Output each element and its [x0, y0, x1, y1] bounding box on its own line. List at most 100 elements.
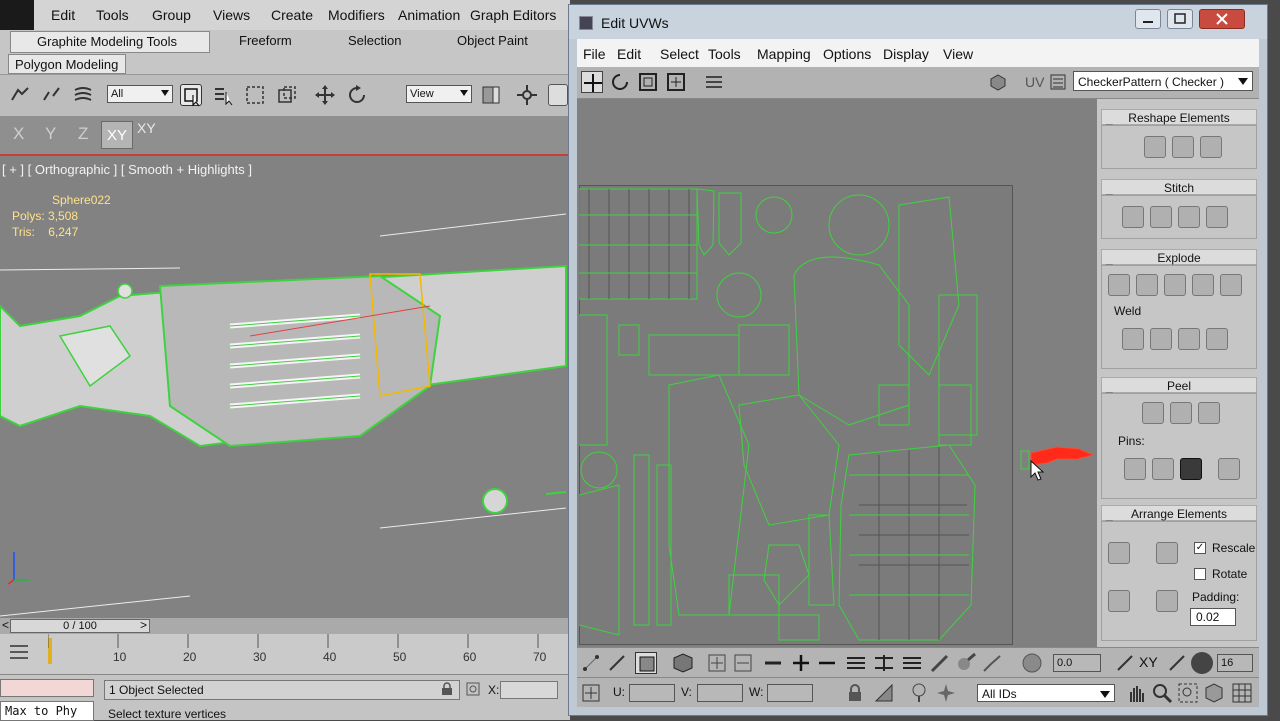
coord-x-field[interactable]: [500, 681, 558, 699]
flatten-by-smoothing-icon[interactable]: [1192, 274, 1214, 296]
select-object-icon[interactable]: [180, 84, 202, 107]
zoom-region-icon[interactable]: [1177, 682, 1199, 704]
time-next-icon[interactable]: >: [140, 618, 147, 632]
menu-views[interactable]: Views: [213, 7, 250, 23]
v-spinner[interactable]: [697, 684, 743, 702]
trackbar[interactable]: 10 20 30 40 50 60 70: [0, 634, 570, 674]
maxscript-listener-input[interactable]: Max to Phy: [0, 701, 94, 721]
rollout-explode-header[interactable]: _ Explode: [1101, 249, 1257, 266]
weld-selected-icon[interactable]: [1122, 328, 1144, 350]
tab-selection[interactable]: Selection: [348, 33, 401, 48]
uv-freeform-icon[interactable]: [665, 71, 687, 93]
menu-tools[interactable]: Tools: [96, 7, 129, 23]
freeze-icon[interactable]: [909, 682, 929, 704]
menu-modifiers[interactable]: Modifiers: [328, 7, 385, 23]
uvw-menu-file[interactable]: File: [583, 46, 606, 62]
uvw-menu-tools[interactable]: Tools: [708, 46, 741, 62]
minimize-button[interactable]: [1135, 9, 1161, 29]
pack-together-icon[interactable]: [1108, 590, 1130, 612]
edit-pins-icon[interactable]: [1124, 458, 1146, 480]
stitch-settings-icon[interactable]: [1206, 206, 1228, 228]
menu-edit[interactable]: Edit: [51, 7, 75, 23]
uv-rotate-icon[interactable]: [609, 71, 631, 93]
unpin-selected-icon[interactable]: [1180, 458, 1202, 480]
edge-mode-icon[interactable]: [607, 653, 627, 673]
rollout-arrange-header[interactable]: _ Arrange Elements: [1101, 505, 1257, 522]
menu-create[interactable]: Create: [271, 7, 313, 23]
pin-selected-icon[interactable]: [1152, 458, 1174, 480]
uv-move-icon[interactable]: [581, 71, 603, 93]
viewport-orthographic[interactable]: [ + ] [ Orthographic ] [ Smooth + Highli…: [0, 154, 570, 618]
shrink-minus-icon[interactable]: [817, 653, 837, 673]
show-grid-icon[interactable]: [1231, 682, 1253, 704]
time-slider-thumb[interactable]: 0 / 100: [10, 619, 150, 633]
filter-selected-faces-icon[interactable]: [935, 682, 957, 704]
ring-minus-icon[interactable]: [901, 653, 923, 673]
texture-dropdown[interactable]: CheckerPattern ( Checker ): [1073, 71, 1253, 91]
weapon-model[interactable]: [0, 156, 570, 618]
uvw-menu-edit[interactable]: Edit: [617, 46, 641, 62]
axis-xy-cycle-button[interactable]: XY: [137, 120, 156, 136]
tab-object-paint[interactable]: Object Paint: [457, 33, 528, 48]
maxscript-listener-output[interactable]: [0, 679, 94, 697]
uvw-menu-display[interactable]: Display: [883, 46, 929, 62]
uv-shells[interactable]: [579, 185, 1015, 647]
falloff-type-icon[interactable]: [1115, 653, 1135, 673]
break-icon[interactable]: [1108, 274, 1130, 296]
peel-mode-icon[interactable]: [1170, 402, 1192, 424]
lock-selection-icon[interactable]: [847, 684, 863, 702]
reference-coord-dropdown[interactable]: View: [406, 85, 472, 103]
time-prev-icon[interactable]: <: [2, 618, 9, 632]
pack-custom-icon[interactable]: [1108, 542, 1130, 564]
rotate-checkbox[interactable]: [1194, 568, 1206, 580]
axis-y-button[interactable]: Y: [45, 124, 56, 144]
move-icon[interactable]: [314, 84, 336, 106]
flatten-by-material-icon[interactable]: [1220, 274, 1242, 296]
zoom-icon[interactable]: [1151, 682, 1173, 704]
relax-settings-icon[interactable]: [1200, 136, 1222, 158]
tab-freeform[interactable]: Freeform: [239, 33, 292, 48]
link-icon[interactable]: [8, 84, 30, 106]
edge-distance-icon[interactable]: [1167, 653, 1187, 673]
selection-filter-dropdown[interactable]: All: [107, 85, 173, 103]
quick-peel-icon[interactable]: [1142, 402, 1164, 424]
soft-falloff-spinner[interactable]: 0.0: [1053, 654, 1101, 672]
ring-plus-icon[interactable]: [873, 653, 895, 673]
max-logo[interactable]: [0, 0, 34, 30]
straighten-icon[interactable]: [1144, 136, 1166, 158]
uvw-titlebar[interactable]: Edit UVWs: [569, 5, 1267, 39]
uv-scale-icon[interactable]: [637, 71, 659, 93]
uvw-menu-options[interactable]: Options: [823, 46, 871, 62]
grow-plus-icon[interactable]: [791, 653, 811, 673]
falloff-space-button[interactable]: XY: [1139, 654, 1158, 670]
bind-spacewarp-icon[interactable]: [72, 84, 94, 106]
window-crossing-icon[interactable]: [276, 84, 298, 106]
paint-shrink-icon[interactable]: [981, 652, 1003, 674]
close-button[interactable]: [1199, 9, 1245, 29]
mini-curve-editor-icon[interactable]: [8, 640, 30, 662]
absolute-mode-icon[interactable]: [466, 682, 480, 696]
keyboard-shortcut-icon[interactable]: [548, 84, 568, 106]
auto-pin-icon[interactable]: [1218, 458, 1240, 480]
material-id-dropdown[interactable]: All IDs: [977, 684, 1115, 702]
grow-selection-icon[interactable]: [707, 653, 727, 673]
tab-graphite-modeling-tools[interactable]: Graphite Modeling Tools: [10, 31, 210, 53]
weld-all-icon[interactable]: [1178, 328, 1200, 350]
rotate-icon[interactable]: [346, 84, 368, 106]
grid-spinner[interactable]: 16: [1217, 654, 1253, 672]
maximize-button[interactable]: [1167, 9, 1193, 29]
uv-editor-canvas[interactable]: [577, 99, 1097, 647]
stitch-target-icon[interactable]: [1122, 206, 1144, 228]
uvw-menu-select[interactable]: Select: [660, 46, 699, 62]
detach-icon[interactable]: [1136, 274, 1158, 296]
absolute-offset-icon[interactable]: [581, 683, 601, 703]
uvw-menu-view[interactable]: View: [943, 46, 973, 62]
axis-z-button[interactable]: Z: [78, 124, 88, 144]
unlink-icon[interactable]: [40, 84, 62, 106]
menu-animation[interactable]: Animation: [398, 7, 460, 23]
stitch-average-icon[interactable]: [1150, 206, 1172, 228]
ignore-backfacing-icon[interactable]: [1191, 652, 1213, 674]
rollout-peel-header[interactable]: _ Peel: [1101, 377, 1257, 394]
uv-space-label[interactable]: UV: [1025, 74, 1044, 90]
reset-peel-icon[interactable]: [1198, 402, 1220, 424]
